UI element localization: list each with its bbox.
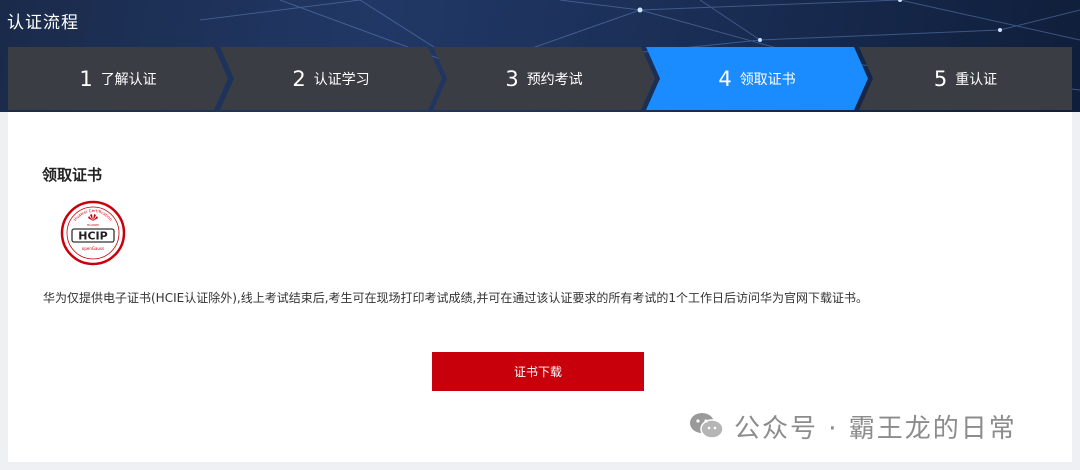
step-number: 2	[292, 66, 306, 91]
step-label: 预约考试	[526, 71, 583, 88]
step-number: 3	[505, 66, 519, 91]
step-5[interactable]: 5 重认证	[859, 47, 1072, 110]
certificate-description: 华为仅提供电子证书(HCIE认证除外),线上考试结束后,考生可在现场打印考试成绩…	[43, 291, 868, 305]
step-number: 4	[718, 66, 732, 91]
step-number: 1	[79, 66, 93, 91]
step-3[interactable]: 3 预约考试	[433, 47, 655, 110]
wechat-icon	[690, 413, 724, 439]
certificate-download-button[interactable]: 证书下载	[432, 352, 644, 391]
badge-brand: HUAWEI	[87, 223, 99, 227]
step-2[interactable]: 2 认证学习	[220, 47, 442, 110]
badge-product: openGauss	[82, 246, 104, 251]
hcip-certification-badge: Huawei Certification HUAWEI HCIP openGau…	[60, 200, 126, 266]
step-label: 认证学习	[313, 71, 370, 88]
step-1[interactable]: 1 了解认证	[8, 47, 228, 110]
step-4[interactable]: 4 领取证书	[646, 47, 868, 110]
header-banner: 认证流程 1 了解认证 2 认证学习 3 预约考试 4 领取证书 5 重认证	[0, 0, 1080, 112]
step-label: 领取证书	[739, 71, 796, 88]
section-title: 领取证书	[42, 166, 103, 184]
page-title: 认证流程	[7, 13, 79, 33]
watermark-text: 公众号 · 霸王龙的日常	[734, 413, 1017, 444]
watermark: 公众号 · 霸王龙的日常	[688, 404, 1017, 448]
step-label: 重认证	[955, 71, 998, 88]
step-label: 了解认证	[100, 71, 157, 88]
step-number: 5	[933, 66, 948, 91]
badge-code: HCIP	[78, 230, 107, 243]
process-steps: 1 了解认证 2 认证学习 3 预约考试 4 领取证书 5 重认证	[8, 47, 1072, 110]
